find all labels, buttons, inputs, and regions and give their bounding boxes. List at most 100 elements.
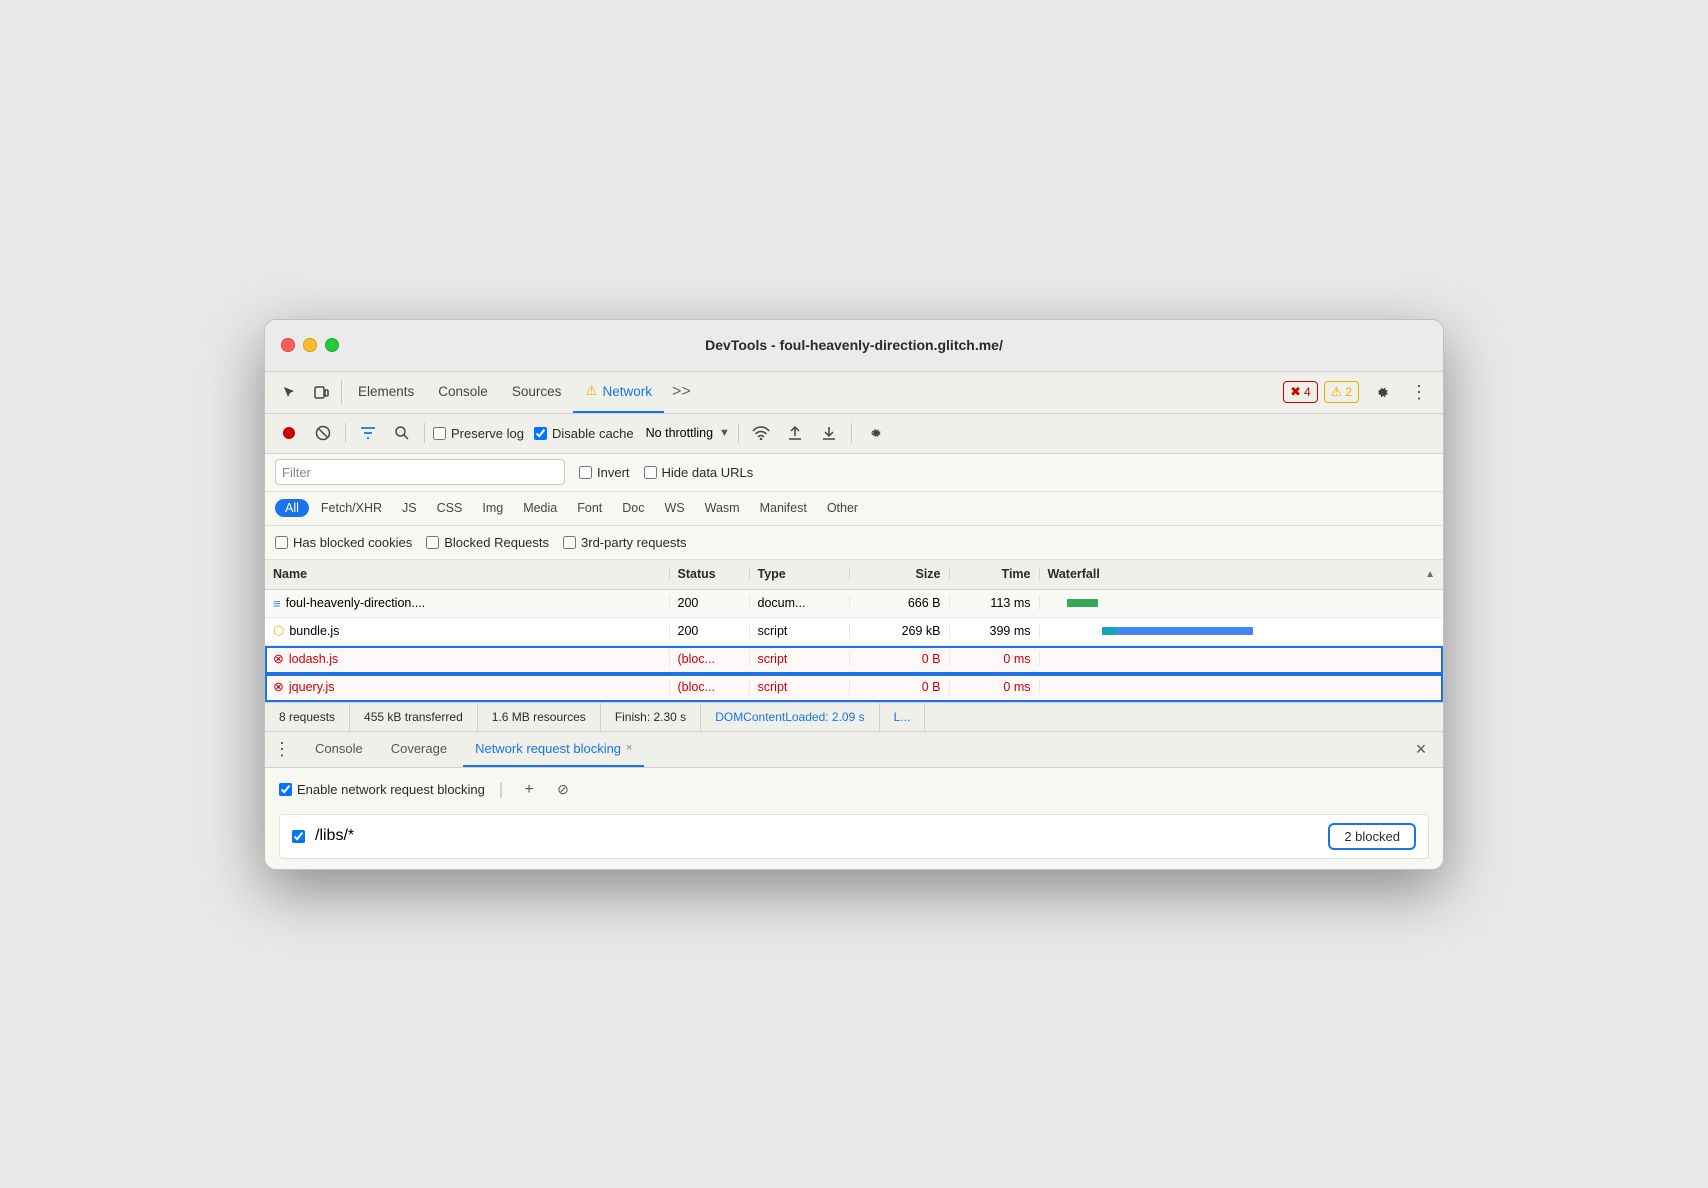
clear-button[interactable] xyxy=(309,419,337,447)
cursor-icon[interactable] xyxy=(273,376,305,408)
header-waterfall[interactable]: Waterfall ▲ xyxy=(1040,567,1444,581)
close-button[interactable] xyxy=(281,338,295,352)
throttling-select[interactable]: No throttling xyxy=(646,426,713,440)
warning-count-badge[interactable]: ⚠ 2 xyxy=(1324,381,1359,403)
toolbar-separator xyxy=(341,380,342,404)
network-table: Name Status Type Size Time Waterfall ▲ ≡ xyxy=(265,560,1443,702)
type-filter-other[interactable]: Other xyxy=(819,499,866,517)
add-pattern-button[interactable]: + xyxy=(517,778,541,802)
devtools-window: DevTools - foul-heavenly-direction.glitc… xyxy=(264,319,1444,870)
block-all-button[interactable]: ⊘ xyxy=(551,778,575,802)
row-time-3: 0 ms xyxy=(950,652,1040,666)
bottom-tab-coverage[interactable]: Coverage xyxy=(379,731,459,767)
rule-checkbox[interactable] xyxy=(292,830,305,843)
type-filter-css[interactable]: CSS xyxy=(429,499,471,517)
disable-cache-checkbox[interactable] xyxy=(534,427,547,440)
has-blocked-cookies-checkbox[interactable] xyxy=(275,536,288,549)
type-filter-fetch-xhr[interactable]: Fetch/XHR xyxy=(313,499,390,517)
search-icon[interactable] xyxy=(388,419,416,447)
device-toggle-icon[interactable] xyxy=(305,376,337,408)
separator-2 xyxy=(424,423,425,443)
dom-content-loaded[interactable]: DOMContentLoaded: 2.09 s xyxy=(701,703,879,731)
hide-data-urls-checkbox[interactable] xyxy=(644,466,657,479)
row-status-3: (bloc... xyxy=(670,652,750,666)
js-file-icon: ⬡ xyxy=(273,623,284,639)
separator-3 xyxy=(738,423,739,443)
blocking-panel-content: Enable network request blocking | + ⊘ /l… xyxy=(265,768,1443,869)
bottom-tab-network-blocking[interactable]: Network request blocking × xyxy=(463,731,644,767)
header-type[interactable]: Type xyxy=(750,567,850,581)
table-row[interactable]: ⬡ bundle.js 200 script 269 kB 399 ms xyxy=(265,618,1443,646)
throttling-arrow-icon[interactable]: ▼ xyxy=(719,427,730,439)
table-header: Name Status Type Size Time Waterfall ▲ xyxy=(265,560,1443,590)
type-filter-manifest[interactable]: Manifest xyxy=(752,499,815,517)
third-party-checkbox[interactable] xyxy=(563,536,576,549)
more-tabs-button[interactable]: >> xyxy=(664,371,699,413)
invert-checkbox[interactable] xyxy=(579,466,592,479)
row-time-4: 0 ms xyxy=(950,680,1040,694)
tab-network[interactable]: ⚠ Network xyxy=(573,371,664,413)
type-filter-js[interactable]: JS xyxy=(394,499,425,517)
filter-input[interactable] xyxy=(315,465,558,480)
row-size-2: 269 kB xyxy=(850,624,950,638)
header-status[interactable]: Status xyxy=(670,567,750,581)
third-party-label[interactable]: 3rd-party requests xyxy=(563,535,687,550)
separator-1 xyxy=(345,423,346,443)
more-options-icon[interactable]: ⋮ xyxy=(1403,376,1435,408)
type-filter-wasm[interactable]: Wasm xyxy=(697,499,748,517)
minimize-button[interactable] xyxy=(303,338,317,352)
table-row[interactable]: ⊗ jquery.js (bloc... script 0 B 0 ms xyxy=(265,674,1443,702)
tab-sources[interactable]: Sources xyxy=(500,371,574,413)
blocked-requests-checkbox[interactable] xyxy=(426,536,439,549)
preserve-log-checkbox[interactable] xyxy=(433,427,446,440)
type-filter-doc[interactable]: Doc xyxy=(614,499,652,517)
row-waterfall-2 xyxy=(1040,625,1444,637)
blocking-header: Enable network request blocking | + ⊘ xyxy=(279,778,1429,802)
table-row[interactable]: ⊗ lodash.js (bloc... script 0 B 0 ms xyxy=(265,646,1443,674)
finish-time: Finish: 2.30 s xyxy=(601,703,701,731)
bottom-tab-console[interactable]: Console xyxy=(303,731,375,767)
warning-icon: ⚠ xyxy=(1331,384,1343,400)
row-name-4: ⊗ jquery.js xyxy=(265,679,670,695)
disable-cache-label[interactable]: Disable cache xyxy=(534,426,634,441)
row-type-4: script xyxy=(750,680,850,694)
close-tab-icon[interactable]: × xyxy=(626,742,632,754)
wifi-icon[interactable] xyxy=(747,419,775,447)
maximize-button[interactable] xyxy=(325,338,339,352)
filter-icon[interactable] xyxy=(354,419,382,447)
has-blocked-cookies-label[interactable]: Has blocked cookies xyxy=(275,535,412,550)
download-icon[interactable] xyxy=(815,419,843,447)
main-toolbar: Elements Console Sources ⚠ Network >> ✖ … xyxy=(265,372,1443,414)
tab-console[interactable]: Console xyxy=(426,371,500,413)
settings-icon[interactable] xyxy=(1365,376,1397,408)
traffic-lights xyxy=(281,338,339,352)
close-panel-icon[interactable]: × xyxy=(1407,735,1435,763)
tab-elements[interactable]: Elements xyxy=(346,371,426,413)
bottom-panel-menu-icon[interactable]: ⋮ xyxy=(273,739,291,760)
enable-blocking-label[interactable]: Enable network request blocking xyxy=(279,782,485,797)
type-filter-font[interactable]: Font xyxy=(569,499,610,517)
row-type-3: script xyxy=(750,652,850,666)
type-filter-img[interactable]: Img xyxy=(474,499,511,517)
doc-file-icon: ≡ xyxy=(273,596,281,611)
filter-input-wrap[interactable]: Filter xyxy=(275,459,565,485)
resources-size: 1.6 MB resources xyxy=(478,703,601,731)
load-time[interactable]: L... xyxy=(880,703,926,731)
table-row[interactable]: ≡ foul-heavenly-direction.... 200 docum.… xyxy=(265,590,1443,618)
type-filter-all[interactable]: All xyxy=(275,499,309,517)
hide-data-urls-label[interactable]: Hide data URLs xyxy=(644,465,754,480)
header-time[interactable]: Time xyxy=(950,567,1040,581)
error-count-badge[interactable]: ✖ 4 xyxy=(1283,381,1318,403)
network-settings-icon[interactable] xyxy=(860,419,888,447)
blocked-requests-label[interactable]: Blocked Requests xyxy=(426,535,549,550)
upload-icon[interactable] xyxy=(781,419,809,447)
header-size[interactable]: Size xyxy=(850,567,950,581)
type-filter-media[interactable]: Media xyxy=(515,499,565,517)
invert-label[interactable]: Invert xyxy=(579,465,630,480)
row-name-1: ≡ foul-heavenly-direction.... xyxy=(265,596,670,611)
enable-blocking-checkbox[interactable] xyxy=(279,783,292,796)
header-name[interactable]: Name xyxy=(265,567,670,581)
record-button[interactable] xyxy=(275,419,303,447)
preserve-log-label[interactable]: Preserve log xyxy=(433,426,524,441)
type-filter-ws[interactable]: WS xyxy=(656,499,692,517)
